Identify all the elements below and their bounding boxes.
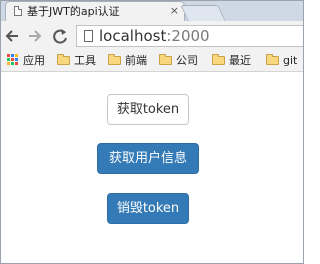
bookmark-label: 最近 [229,54,251,67]
bookmark-label: 前端 [125,54,147,67]
page-info-icon[interactable] [84,30,93,42]
bookmark-folder-tools[interactable]: 工具 [57,53,96,69]
url-port: :2000 [166,27,210,45]
bookmark-label: 公司 [176,54,198,67]
browser-tab[interactable]: 基于JWT的api认证 × [5,1,185,21]
bookmarks-bar: 应用 工具 前端 公司 最近 git [1,51,303,72]
new-tab-button[interactable] [180,5,226,21]
bookmark-apps[interactable]: 应用 [7,53,45,69]
page-icon [14,6,22,16]
bookmark-label: 工具 [74,54,96,67]
forward-arrow-icon[interactable] [26,26,44,46]
browser-toolbar: localhost:2000 [1,21,303,51]
get-token-button[interactable]: 获取token [107,94,189,125]
destroy-token-button[interactable]: 销毁token [107,193,189,224]
bookmark-folder-company[interactable]: 公司 [159,53,198,69]
tab-close-icon[interactable]: × [170,4,179,18]
get-user-info-button[interactable]: 获取用户信息 [97,143,199,174]
folder-icon [57,53,70,65]
bookmark-label: 应用 [23,54,45,67]
url-host: localhost [99,27,167,45]
bookmark-folder-frontend[interactable]: 前端 [108,53,147,69]
bookmark-folder-recent[interactable]: 最近 [212,53,251,69]
bookmark-folder-git[interactable]: git [266,53,297,69]
folder-icon [159,53,172,65]
address-bar[interactable]: localhost:2000 [76,25,303,47]
reload-icon[interactable] [51,26,69,46]
apps-grid-icon [7,54,19,66]
folder-icon [266,53,279,65]
folder-icon [108,53,121,65]
tab-strip: 基于JWT的api认证 × [1,1,303,21]
bookmark-label: git [283,54,298,67]
back-arrow-icon[interactable] [3,26,21,46]
tab-title: 基于JWT的api认证 [27,5,120,18]
browser-window: 基于JWT的api认证 × localhost:2000 应用 工具 前端 公司… [0,0,304,264]
url-text: localhost:2000 [99,26,210,46]
folder-icon [212,53,225,65]
